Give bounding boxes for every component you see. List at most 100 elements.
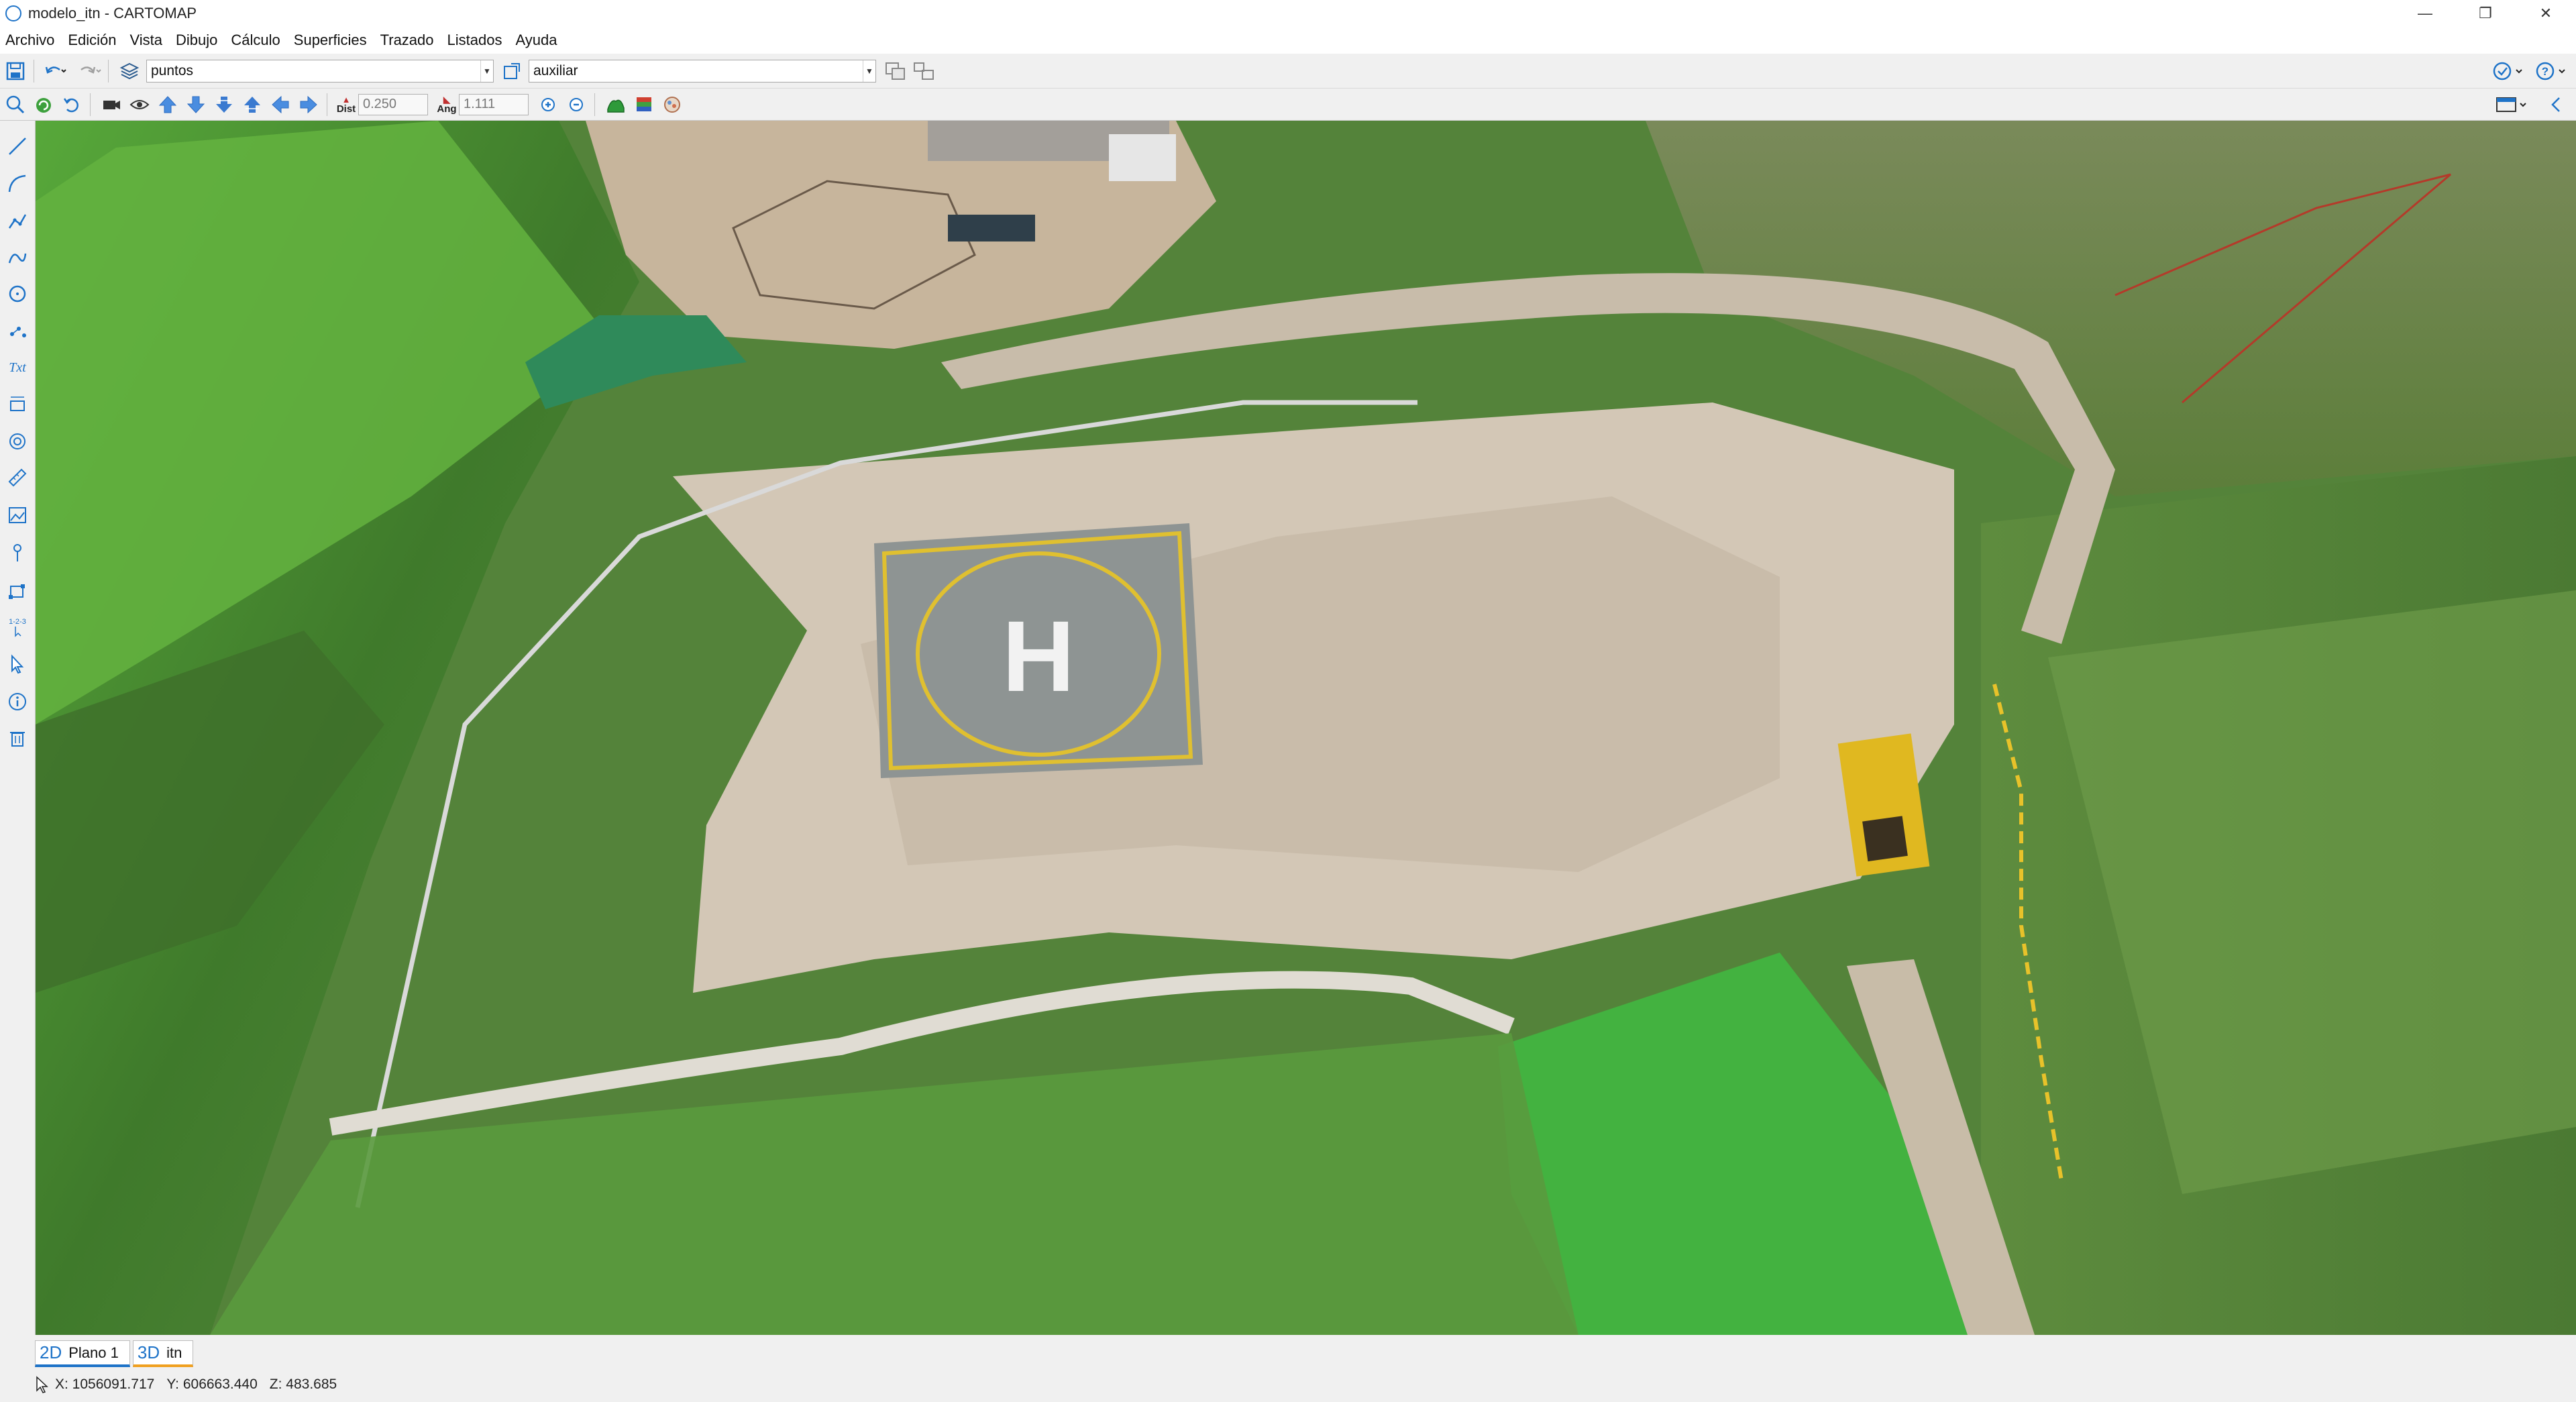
move-down-button[interactable]: [183, 92, 209, 117]
minus-circle-icon: [570, 97, 583, 111]
terrain-button[interactable]: [603, 92, 629, 117]
help-button[interactable]: ?: [2533, 58, 2569, 84]
rotate-view-button[interactable]: [59, 92, 85, 117]
zoom-in-button[interactable]: [535, 92, 561, 117]
menu-trazado[interactable]: Trazado: [380, 32, 434, 49]
tool-image[interactable]: [4, 502, 31, 529]
layers-button[interactable]: [117, 58, 142, 84]
arrow-up-icon: [158, 95, 177, 113]
color-ramp-icon: [637, 97, 651, 111]
menu-listados[interactable]: Listados: [447, 32, 502, 49]
move-left-button[interactable]: [268, 92, 293, 117]
zoom-out-button[interactable]: [564, 92, 589, 117]
terrain-icon: [607, 99, 625, 113]
tool-numbering[interactable]: 1-2-3: [4, 613, 31, 640]
chevron-down-icon: ▼: [863, 60, 875, 82]
texture-button[interactable]: [659, 92, 685, 117]
color-ramp-button[interactable]: [631, 92, 657, 117]
app-logo-icon: [5, 5, 21, 21]
arrow-left-icon: [272, 95, 289, 113]
ang-input[interactable]: 1.111: [459, 93, 529, 115]
tab-itn[interactable]: 3D itn: [132, 1340, 194, 1367]
save-icon: [6, 62, 25, 80]
close-button[interactable]: ✕: [2516, 0, 2576, 27]
view-toolbar: ▲ Dist 0.250 ◣ Ang 1.111: [0, 89, 2576, 121]
refresh-green-icon: [36, 97, 51, 113]
aux-layer-select[interactable]: auxiliar ▼: [529, 59, 876, 83]
left-toolbar: Txt 1-2-3: [0, 121, 36, 1335]
tool-spline[interactable]: [4, 244, 31, 271]
menu-ayuda[interactable]: Ayuda: [515, 32, 557, 49]
menu-dibujo[interactable]: Dibujo: [176, 32, 217, 49]
aux-layer-select-value: auxiliar: [533, 62, 578, 78]
dist-label: ▲ Dist: [334, 95, 358, 114]
menu-calculo[interactable]: Cálculo: [231, 32, 280, 49]
trash-icon: [10, 732, 25, 747]
tool-line[interactable]: [4, 133, 31, 160]
check-button[interactable]: [2490, 58, 2526, 84]
menu-vista[interactable]: Vista: [130, 32, 163, 49]
cursor-icon: [36, 1376, 48, 1393]
move-up-fast-button[interactable]: [239, 92, 265, 117]
svg-text:1-2-3: 1-2-3: [9, 618, 26, 626]
line-icon: [9, 138, 26, 155]
tool-info[interactable]: [4, 688, 31, 715]
move-right-button[interactable]: [296, 92, 321, 117]
tool-circle[interactable]: [4, 280, 31, 307]
minimize-button[interactable]: —: [2395, 0, 2455, 27]
edit-nodes-icon: [9, 584, 25, 599]
dist-input[interactable]: 0.250: [358, 93, 428, 115]
chevron-left-icon: [2551, 97, 2560, 112]
image-icon: [9, 507, 26, 523]
tool-edit-nodes[interactable]: [4, 577, 31, 604]
tool-dimension[interactable]: [4, 390, 31, 417]
terrain-model: H: [36, 121, 2576, 1335]
tool-measure[interactable]: [4, 464, 31, 491]
magnifier-icon: [6, 95, 25, 113]
arrow-down-icon: [186, 96, 205, 113]
tool-text[interactable]: Txt: [4, 353, 31, 380]
visibility-button[interactable]: [127, 92, 152, 117]
move-up-button[interactable]: [155, 92, 180, 117]
chevron-down-icon: ▼: [480, 60, 493, 82]
move-down-fast-button[interactable]: [211, 92, 237, 117]
polyline-icon: [8, 214, 27, 229]
collapse-panel-button[interactable]: [2544, 92, 2569, 117]
arrow-right-icon: [300, 95, 317, 113]
tool-arc[interactable]: [4, 170, 31, 197]
view-tabs: 2D Plano 1 3D itn: [35, 1335, 2576, 1367]
menu-edicion[interactable]: Edición: [68, 32, 116, 49]
menu-superficies[interactable]: Superficies: [294, 32, 367, 49]
menu-archivo[interactable]: Archivo: [5, 32, 54, 49]
restore-button[interactable]: ❐: [2455, 0, 2516, 27]
3d-viewport[interactable]: H: [36, 121, 2576, 1335]
tab-label: Plano 1: [68, 1344, 119, 1361]
save-button[interactable]: [3, 58, 28, 84]
symbol-icon: [9, 433, 25, 449]
coord-y: Y: 606663.440: [166, 1377, 258, 1392]
layers-icon: [119, 62, 140, 79]
tool-delete[interactable]: [4, 724, 31, 751]
coord-x: X: 1056091.717: [55, 1377, 155, 1392]
menu-bar: Archivo Edición Vista Dibujo Cálculo Sup…: [0, 27, 2576, 54]
texture-icon: [664, 96, 680, 113]
tool-symbol[interactable]: [4, 428, 31, 455]
redo-icon: [80, 66, 101, 74]
refresh-view-button[interactable]: [31, 92, 56, 117]
redo-button[interactable]: [77, 58, 103, 84]
copy-layer-button[interactable]: [883, 58, 908, 84]
layer-properties-button[interactable]: [499, 58, 525, 84]
move-layer-button[interactable]: [911, 58, 936, 84]
layer-select[interactable]: puntos ▼: [146, 59, 494, 83]
zoom-button[interactable]: [3, 92, 28, 117]
ruler-icon: [8, 468, 27, 487]
check-circle-icon: [2493, 62, 2522, 80]
tool-marker[interactable]: [4, 539, 31, 566]
tool-polyline[interactable]: [4, 208, 31, 235]
tab-plano-1[interactable]: 2D Plano 1: [35, 1340, 130, 1367]
camera-button[interactable]: [99, 92, 124, 117]
tool-points[interactable]: [4, 317, 31, 343]
panel-layout-button[interactable]: [2493, 92, 2530, 117]
undo-button[interactable]: [42, 58, 68, 84]
tool-select[interactable]: [4, 651, 31, 678]
